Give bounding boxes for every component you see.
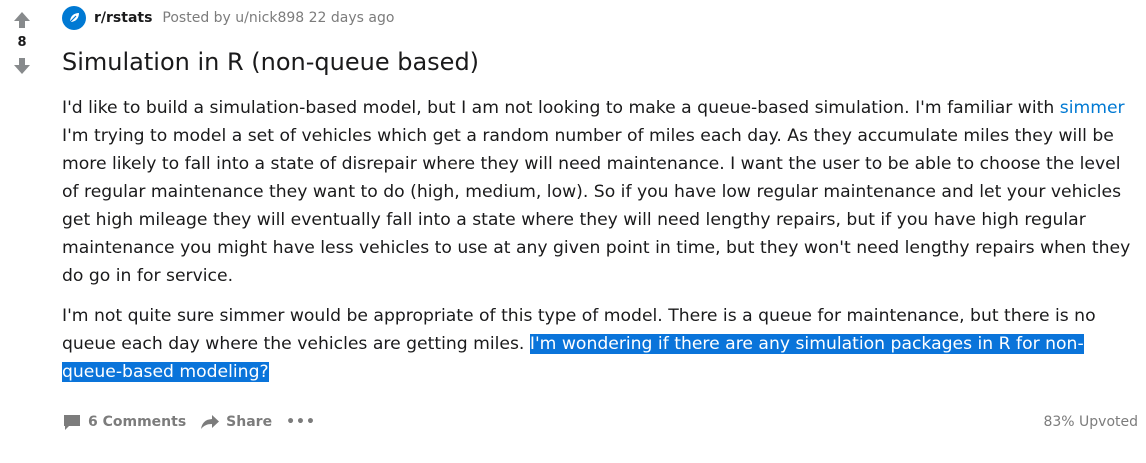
- subreddit-link[interactable]: r/rstats: [94, 10, 152, 26]
- arrow-up-icon: [14, 12, 30, 28]
- subreddit-icon[interactable]: [62, 6, 86, 30]
- upvote-ratio: 83% Upvoted: [1043, 414, 1138, 430]
- share-button[interactable]: Share: [200, 412, 272, 432]
- post-meta: r/rstats Posted by u/nick898 22 days ago: [62, 6, 1138, 30]
- comments-button[interactable]: 6 Comments: [62, 412, 186, 432]
- vote-column: 8: [0, 0, 44, 463]
- post-title[interactable]: Simulation in R (non-queue based): [62, 46, 1138, 78]
- paragraph-1: I'd like to build a simulation-based mod…: [62, 94, 1138, 290]
- paragraph-2: I'm not quite sure simmer would be appro…: [62, 302, 1138, 386]
- post-body: I'd like to build a simulation-based mod…: [62, 94, 1138, 386]
- arrow-down-icon: [14, 58, 30, 74]
- downvote-button[interactable]: [10, 54, 34, 78]
- leaf-icon: [69, 13, 79, 23]
- post: r/rstats Posted by u/nick898 22 days ago…: [62, 6, 1138, 398]
- post-actions: 6 Comments Share ••• 83% Upvoted: [62, 408, 1138, 436]
- comments-label: 6 Comments: [88, 414, 187, 430]
- para1-text-end: I'm trying to model a set of vehicles wh…: [62, 126, 1131, 286]
- comment-icon: [64, 415, 80, 430]
- share-icon: [201, 415, 220, 429]
- upvote-button[interactable]: [10, 8, 34, 32]
- posted-by: Posted by u/nick898 22 days ago: [162, 10, 395, 26]
- vote-count: 8: [17, 35, 27, 50]
- para1-text-start: I'd like to build a simulation-based mod…: [62, 98, 1060, 118]
- more-options-button[interactable]: •••: [286, 414, 316, 430]
- simmer-link[interactable]: simmer: [1060, 98, 1125, 118]
- share-label: Share: [226, 414, 273, 430]
